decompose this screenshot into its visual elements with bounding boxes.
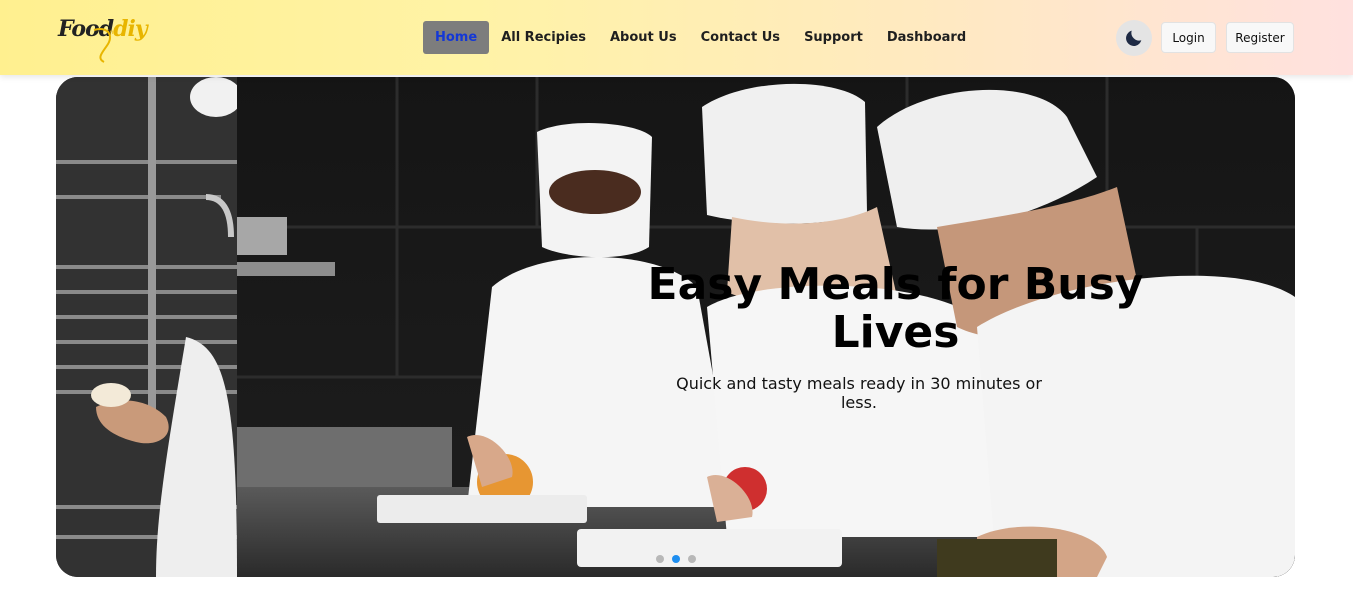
login-button[interactable]: Login <box>1161 22 1216 53</box>
nav-home[interactable]: Home <box>423 21 490 54</box>
nav-dashboard[interactable]: Dashboard <box>875 21 978 54</box>
svg-text:in: in <box>108 29 114 36</box>
nav-contact-us[interactable]: Contact Us <box>689 21 792 54</box>
nav-support[interactable]: Support <box>792 21 875 54</box>
navbar: Fooddiy in Home All Recipies About Us Co… <box>0 0 1353 75</box>
carousel-dot-3[interactable] <box>688 555 696 563</box>
nav-all-recipes[interactable]: All Recipies <box>489 21 598 54</box>
hero-subtitle: Quick and tasty meals ready in 30 minute… <box>676 374 1042 412</box>
moon-icon <box>1126 30 1142 46</box>
nav-about-us[interactable]: About Us <box>598 21 689 54</box>
carousel-dot-2[interactable] <box>672 555 680 563</box>
hero-title: Easy Meals for Busy Lives <box>647 259 1144 358</box>
main-nav: Home All Recipies About Us Contact Us Su… <box>423 21 978 54</box>
hero-carousel: Easy Meals for Busy Lives Quick and tast… <box>56 77 1295 577</box>
carousel-dot-1[interactable] <box>656 555 664 563</box>
logo-swirl-icon: in <box>93 28 114 63</box>
brand-logo[interactable]: Fooddiy in <box>56 14 148 63</box>
register-button[interactable]: Register <box>1226 22 1294 53</box>
carousel-indicators <box>656 555 696 563</box>
theme-toggle-button[interactable] <box>1116 20 1152 56</box>
